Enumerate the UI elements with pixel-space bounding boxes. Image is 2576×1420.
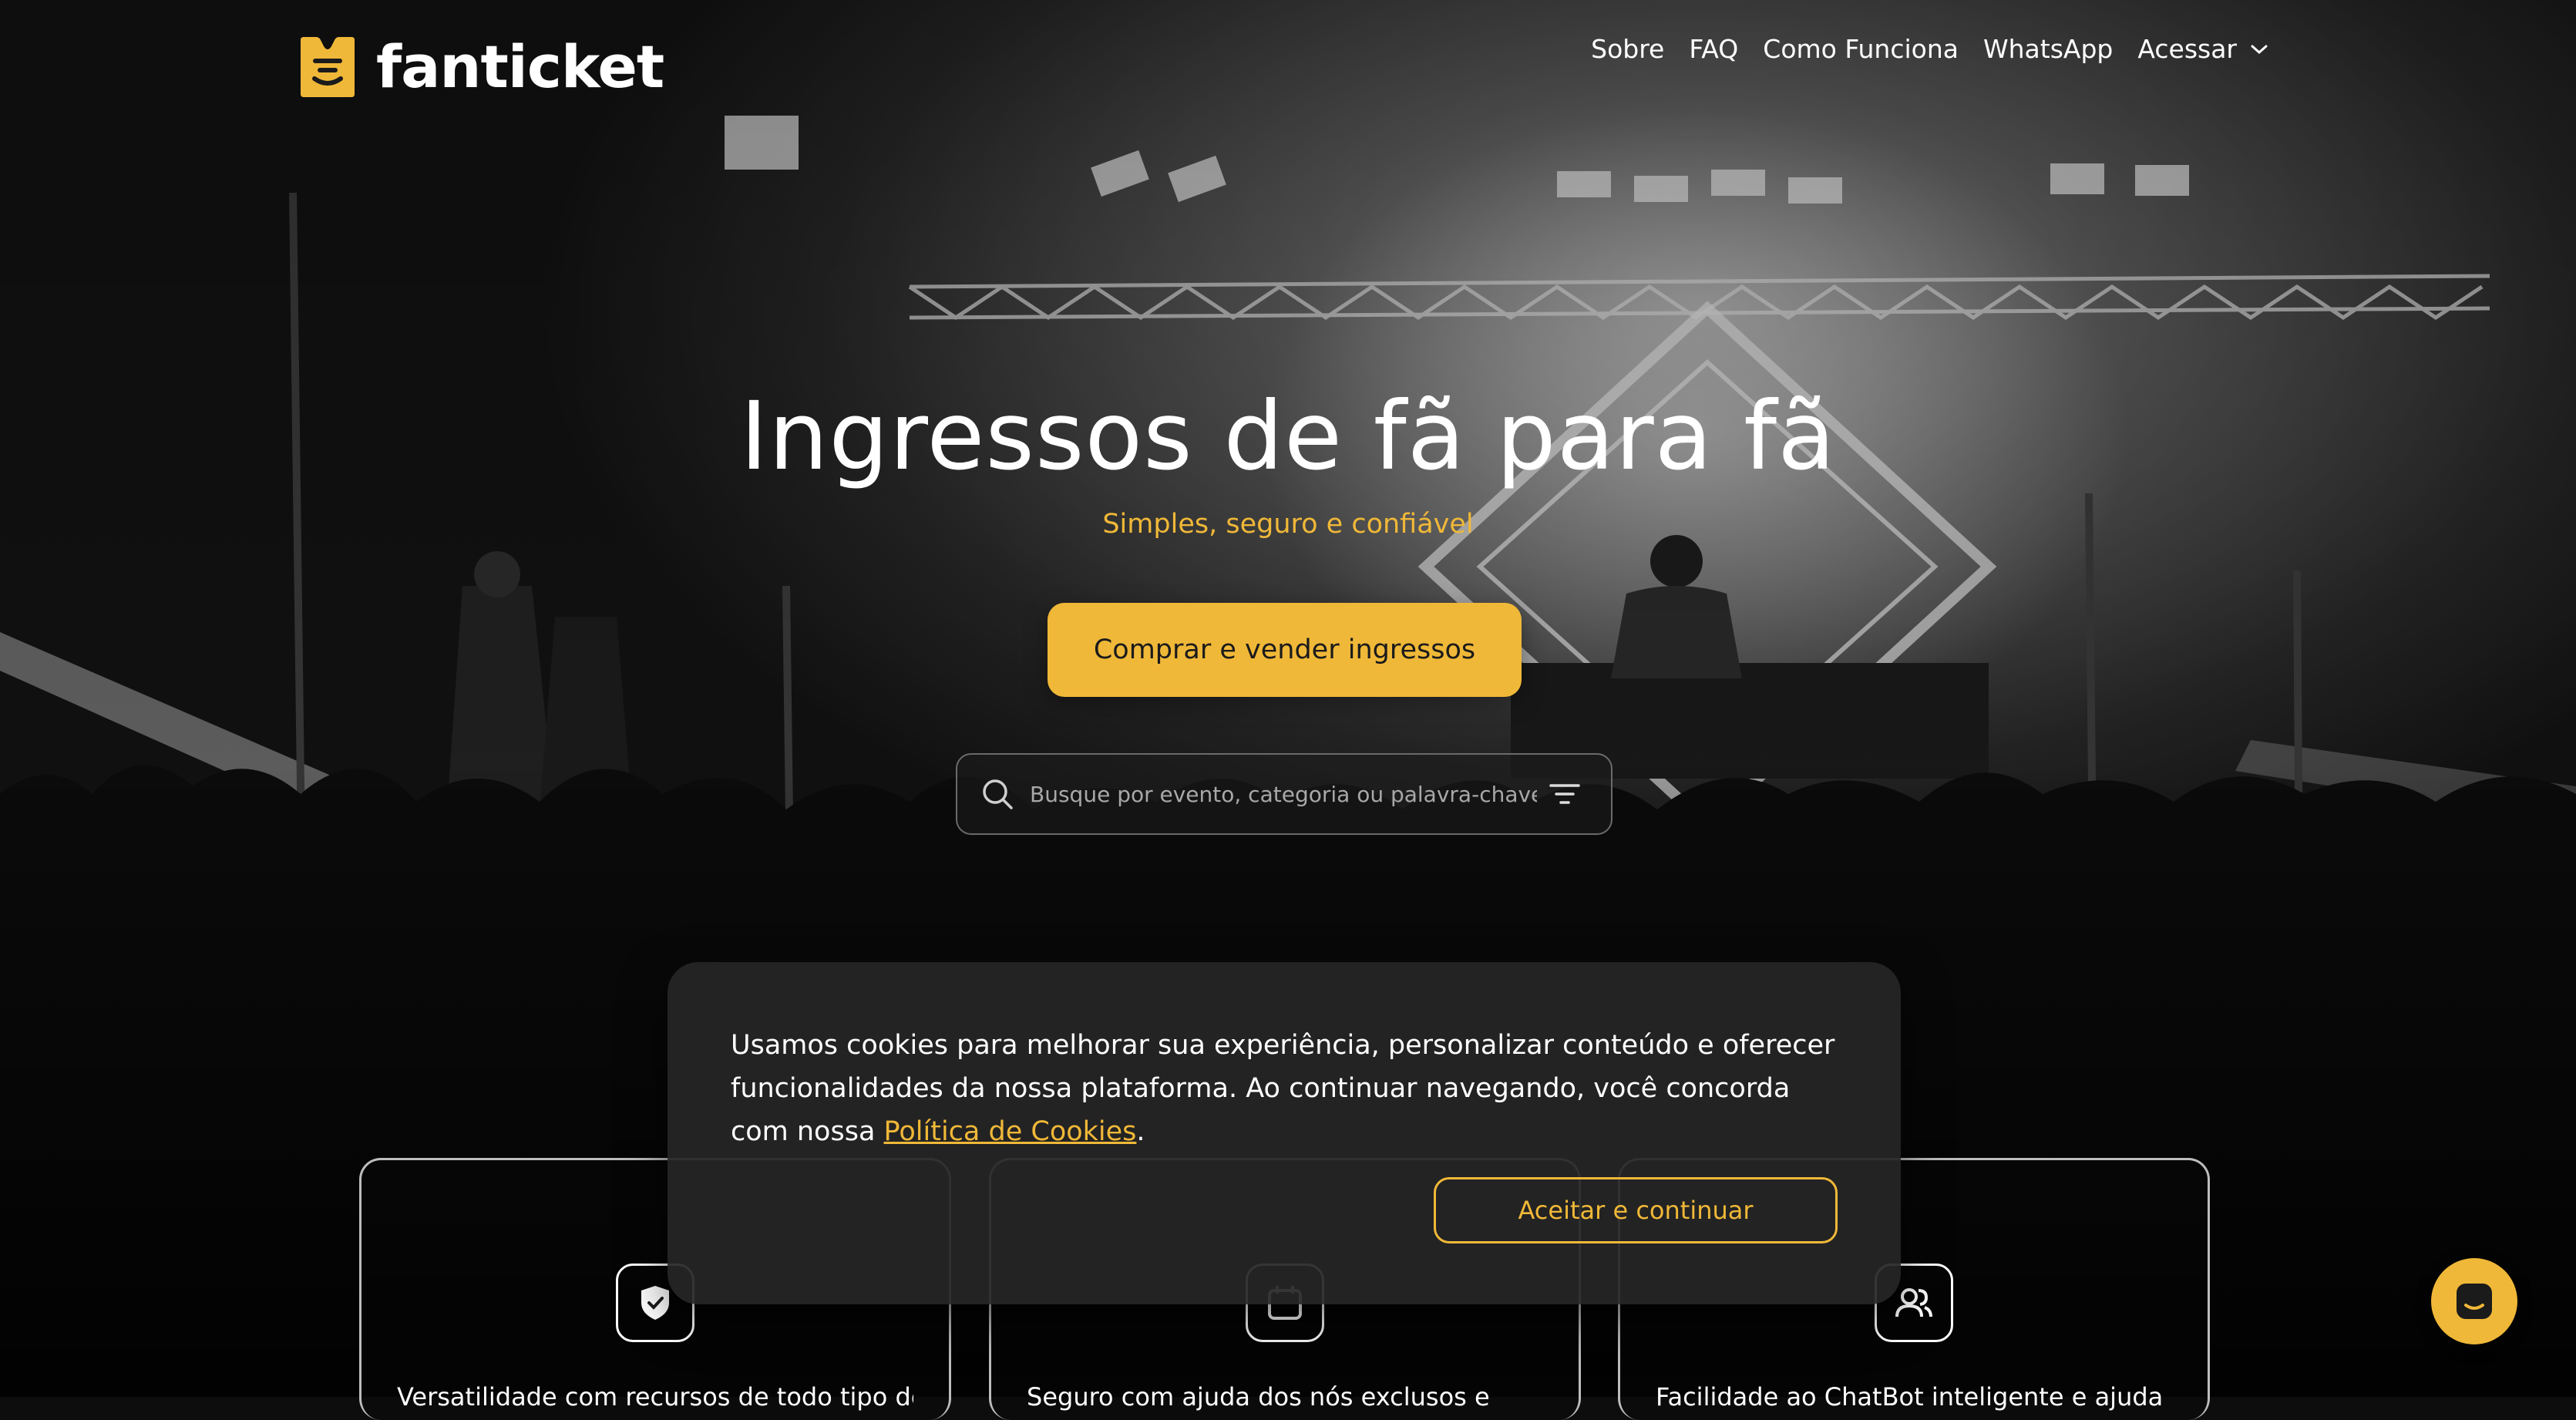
nav-link-faq[interactable]: FAQ	[1689, 34, 1738, 64]
hero-subtitle: Simples, seguro e confiável	[1102, 509, 1474, 540]
search-bar	[956, 753, 1613, 835]
cookie-message-line-1: Usamos cookies para melhorar sua experiê…	[731, 1030, 1835, 1061]
feature-text: Versatilidade com recursos de todo tipo …	[397, 1382, 913, 1412]
brand-logo[interactable]: fanticket	[296, 32, 664, 101]
nav-link-como-funciona[interactable]: Como Funciona	[1763, 34, 1959, 64]
chevron-down-icon	[2251, 45, 2268, 54]
chat-icon	[2457, 1284, 2492, 1319]
buy-sell-tickets-button[interactable]: Comprar e vender ingressos	[1048, 603, 1522, 697]
filter-icon[interactable]	[1549, 782, 1580, 806]
search-input[interactable]	[1028, 780, 1539, 808]
chat-button[interactable]	[2431, 1258, 2517, 1344]
login-dropdown[interactable]: Acessar	[2137, 34, 2269, 64]
cookie-policy-link[interactable]: Política de Cookies	[884, 1116, 1137, 1147]
login-label: Acessar	[2137, 34, 2237, 64]
hero-title: Ingressos de fã para fã	[740, 382, 1836, 491]
nav-link-whatsapp[interactable]: WhatsApp	[1983, 34, 2113, 64]
search-icon	[983, 779, 1013, 809]
ticket-logo-icon	[301, 36, 355, 97]
cookie-message-line-2: funcionalidades da nossa plataforma. Ao …	[731, 1073, 1791, 1104]
cookie-message: Usamos cookies para melhorar sua experiê…	[731, 1024, 1841, 1153]
main-nav: Sobre FAQ Como Funciona WhatsApp Acessar	[1591, 34, 2269, 64]
feature-text: Seguro com ajuda dos nós exclusos e	[1027, 1382, 1490, 1412]
accept-cookies-button[interactable]: Aceitar e continuar	[1434, 1177, 1838, 1243]
users-icon	[1895, 1288, 1932, 1317]
brand-name: fanticket	[376, 32, 664, 101]
cookie-message-suffix: .	[1136, 1116, 1145, 1147]
cookie-consent-banner: Usamos cookies para melhorar sua experiê…	[668, 962, 1901, 1304]
nav-link-sobre[interactable]: Sobre	[1591, 34, 1664, 64]
feature-text: Facilidade ao ChatBot inteligente e ajud…	[1656, 1382, 2164, 1412]
cookie-message-prefix: com nossa	[731, 1116, 884, 1147]
